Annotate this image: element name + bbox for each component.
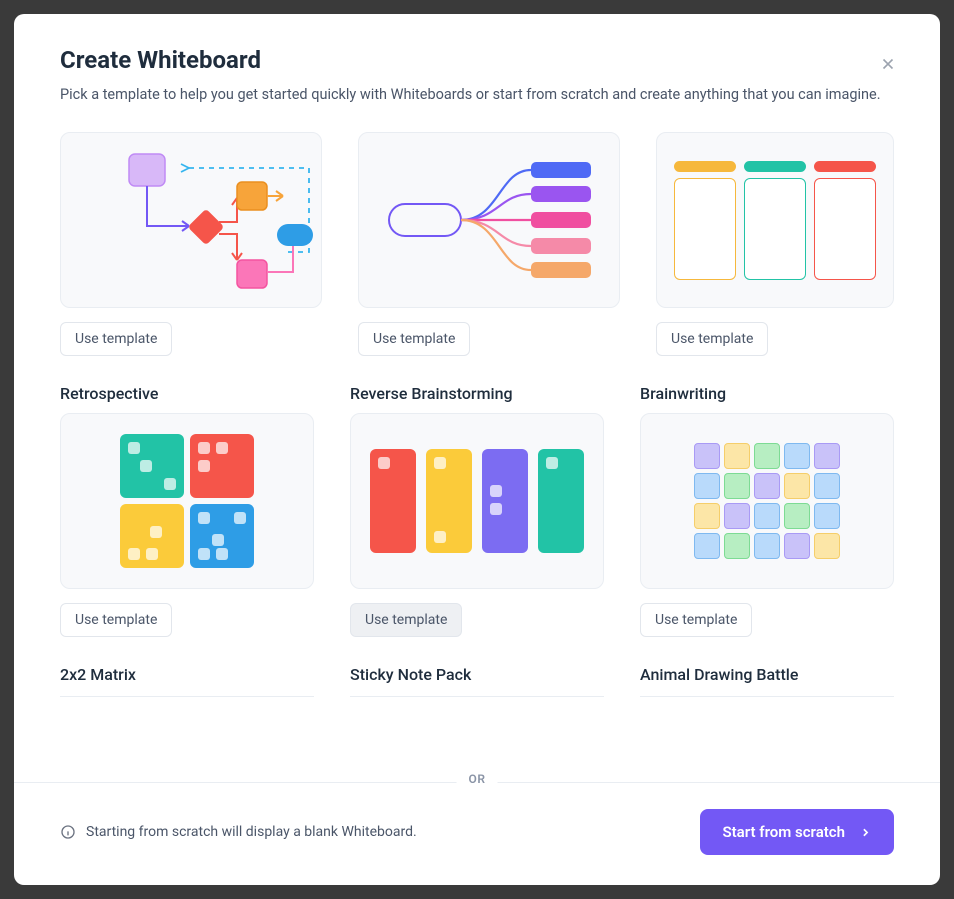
info-icon [60,824,76,840]
template-card-concept-mapping: Use template [358,119,620,356]
chevron-right-icon [859,826,872,839]
template-card-flow-chart: Use template [60,119,322,356]
template-card-sticky-note-pack: Sticky Note Pack [350,665,604,697]
start-from-scratch-label: Start from scratch [722,823,845,841]
template-preview-retrospective[interactable] [60,413,314,589]
template-card-reverse-brainstorming: Reverse Brainstorming Use template [350,384,604,637]
modal-title: Create Whiteboard [60,46,894,74]
modal-subtitle: Pick a template to help you get started … [60,86,894,103]
template-title: Retrospective [60,384,314,403]
template-preview-stand-up[interactable] [656,132,894,308]
template-title [358,119,620,122]
template-title [656,119,894,122]
template-card-animal-drawing-battle: Animal Drawing Battle [640,665,894,697]
template-card-retrospective: Retrospective Use template [60,384,314,637]
template-title: 2x2 Matrix [60,665,314,684]
close-button[interactable] [876,52,900,76]
divider [350,696,604,697]
use-template-button[interactable]: Use template [60,603,172,637]
template-title: Brainwriting [640,384,894,403]
standup-icon [674,161,876,280]
brainwriting-icon [694,443,840,559]
reverse-brainstorming-icon [370,449,584,553]
template-card-brainwriting: Brainwriting Use template [640,384,894,637]
template-card-2x2-matrix: 2x2 Matrix [60,665,314,697]
template-preview-flow-chart[interactable] [60,132,322,308]
flow-chart-icon [61,132,321,308]
close-icon [879,55,897,73]
retrospective-icon [120,434,254,568]
use-template-button[interactable]: Use template [60,322,172,356]
divider [640,696,894,697]
use-template-button[interactable]: Use template [656,322,768,356]
divider [60,696,314,697]
start-from-scratch-button[interactable]: Start from scratch [700,809,894,855]
template-title [60,119,322,122]
templates-area: Use template [14,119,940,782]
template-preview-reverse-brainstorming[interactable] [350,413,604,589]
use-template-button[interactable]: Use template [350,603,462,637]
template-title: Animal Drawing Battle [640,665,894,684]
footer-note: Starting from scratch will display a bla… [60,824,417,840]
template-card-stand-up: Use template [656,119,894,356]
template-preview-brainwriting[interactable] [640,413,894,589]
template-title: Sticky Note Pack [350,665,604,684]
template-title: Reverse Brainstorming [350,384,604,403]
separator-or: OR [457,772,498,786]
use-template-button[interactable]: Use template [358,322,470,356]
create-whiteboard-modal: Create Whiteboard Pick a template to hel… [14,14,940,885]
mindmap-icon [359,132,619,308]
template-preview-concept-mapping[interactable] [358,132,620,308]
modal-header: Create Whiteboard Pick a template to hel… [14,14,940,119]
footer-note-text: Starting from scratch will display a bla… [86,824,417,840]
use-template-button[interactable]: Use template [640,603,752,637]
modal-footer: OR Starting from scratch will display a … [14,782,940,885]
